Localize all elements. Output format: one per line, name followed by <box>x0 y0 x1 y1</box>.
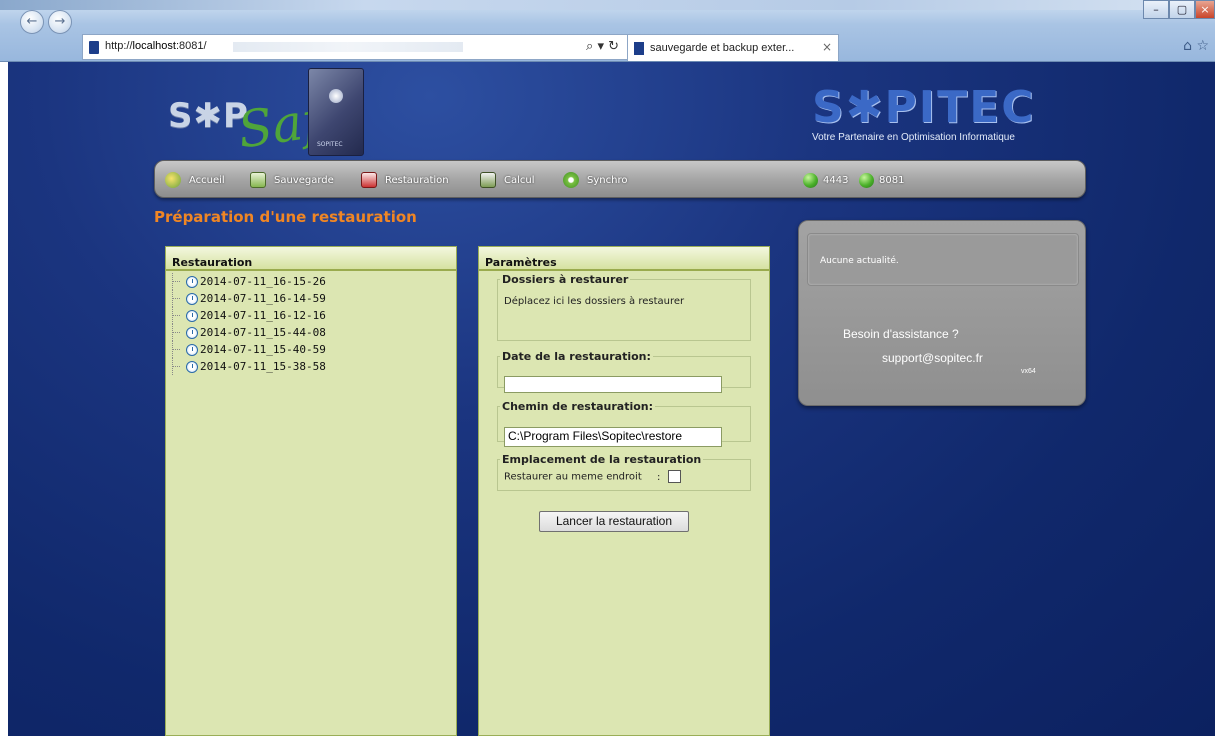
clock-icon <box>186 360 198 373</box>
window-controls: – ▢ × <box>1143 0 1215 20</box>
backup-icon <box>250 172 266 188</box>
clock-icon <box>186 309 198 322</box>
maximize-button[interactable]: ▢ <box>1169 0 1195 19</box>
clock-icon <box>186 292 198 305</box>
tree-item-backup[interactable]: 2014-07-11_15-44-08 <box>172 324 456 341</box>
clock-icon <box>186 326 198 339</box>
site-favicon-icon <box>89 41 99 54</box>
tree-item-backup[interactable]: 2014-07-11_16-15-26 <box>172 273 456 290</box>
news-inner: Aucune actualité. <box>807 233 1079 286</box>
tree-branch-connector <box>172 324 186 341</box>
address-suggestion-ghost <box>233 42 463 52</box>
dossiers-dropzone-hint: Déplacez ici les dossiers à restaurer <box>504 296 685 307</box>
date-input[interactable] <box>504 376 722 393</box>
tab-title: sauvegarde et backup exter... <box>650 42 795 54</box>
close-window-button[interactable]: × <box>1195 0 1215 19</box>
tree-item-label: 2014-07-11_15-38-58 <box>200 360 326 373</box>
tree-item-label: 2014-07-11_15-40-59 <box>200 343 326 356</box>
tree-branch-connector <box>172 341 186 358</box>
backup-tree: 2014-07-11_16-15-26 2014-07-11_16-14-59 20… <box>166 271 456 375</box>
launch-restore-button[interactable]: Lancer la restauration <box>539 511 689 532</box>
tab-close-icon[interactable]: × <box>822 40 832 54</box>
search-refresh-icons[interactable]: ⌕ ▾ ↻ <box>586 39 619 54</box>
calculator-icon <box>480 172 496 188</box>
tree-item-backup[interactable]: 2014-07-11_15-38-58 <box>172 358 456 375</box>
nav-item-synchro[interactable]: Synchro <box>563 170 627 190</box>
status-port-8081: 8081 <box>859 170 904 190</box>
parametres-heading: Paramètres <box>479 247 769 271</box>
home-favorites-icons[interactable]: ⌂ ☆ <box>1183 38 1209 54</box>
sopitec-logo: S✱PITEC Votre Partenaire en Optimisation… <box>812 86 1052 146</box>
minimize-button[interactable]: – <box>1143 0 1169 19</box>
date-fieldset: Date de la restauration: <box>497 350 751 393</box>
status-port-4443: 4443 <box>803 170 848 190</box>
sopitec-brand: S✱PITEC <box>812 82 1036 133</box>
news-text: Aucune actualité. <box>820 256 899 266</box>
parametres-panel: Paramètres Dossiers à restaurer Déplacez… <box>478 246 770 736</box>
emplacement-legend: Emplacement de la restauration <box>502 453 702 466</box>
home-icon <box>165 172 181 188</box>
tree-item-backup[interactable]: 2014-07-11_15-40-59 <box>172 341 456 358</box>
support-email-link[interactable]: support@sopitec.fr <box>882 351 983 365</box>
tab-favicon-icon <box>634 42 644 55</box>
emplacement-fieldset: Emplacement de la restauration Restaurer… <box>497 453 751 491</box>
browser-chrome: ← → http://localhost:8081/ ⌕ ▾ ↻ sauvega… <box>0 0 1215 62</box>
dossiers-fieldset[interactable]: Dossiers à restaurer Déplacez ici les do… <box>497 273 751 341</box>
sopsafe-logo: S✱P Safe SOPITEC <box>168 68 368 168</box>
news-box: Aucune actualité. Besoin d'assistance ? … <box>798 220 1086 406</box>
nav-item-accueil[interactable]: Accueil <box>165 170 225 190</box>
safe-box-icon: SOPITEC <box>308 68 364 156</box>
assistance-label: Besoin d'assistance ? <box>843 327 959 341</box>
restore-icon <box>361 172 377 188</box>
tree-item-label: 2014-07-11_15-44-08 <box>200 326 326 339</box>
forward-arrow-icon: → <box>54 14 66 29</box>
tree-item-label: 2014-07-11_16-15-26 <box>200 275 326 288</box>
chemin-legend: Chemin de restauration: <box>502 400 654 413</box>
same-place-label: Restaurer au meme endroit <box>504 471 642 483</box>
version-label: vx64 <box>1021 368 1036 375</box>
sync-icon <box>563 172 579 188</box>
back-arrow-icon: ← <box>26 14 38 29</box>
tree-item-backup[interactable]: 2014-07-11_16-14-59 <box>172 290 456 307</box>
safe-dial-icon <box>329 89 343 103</box>
page-body: S✱P Safe SOPITEC S✱PITEC Votre Partenair… <box>8 62 1215 736</box>
same-place-row: Restaurer au meme endroit : <box>504 470 750 483</box>
browser-tab-active[interactable]: sauvegarde et backup exter... × <box>627 34 839 61</box>
nav-item-sauvegarde[interactable]: Sauvegarde <box>250 170 334 190</box>
date-legend: Date de la restauration: <box>502 350 651 363</box>
restauration-heading: Restauration <box>166 247 456 271</box>
title-strip <box>0 0 1215 10</box>
dossiers-legend: Dossiers à restaurer <box>502 273 629 286</box>
nav-item-calcul[interactable]: Calcul <box>480 170 535 190</box>
forward-button[interactable]: → <box>48 10 72 34</box>
tree-branch-connector <box>172 307 186 324</box>
main-nav-bar: Accueil Sauvegarde Restauration Calcul S… <box>154 160 1086 198</box>
same-place-checkbox[interactable] <box>667 470 681 483</box>
tree-item-label: 2014-07-11_16-12-16 <box>200 309 326 322</box>
chemin-fieldset: Chemin de restauration: C:\Program Files… <box>497 400 751 447</box>
tree-branch-connector <box>172 290 186 307</box>
tree-item-backup[interactable]: 2014-07-11_16-12-16 <box>172 307 456 324</box>
status-green-dot-icon <box>859 172 874 188</box>
status-green-dot-icon <box>803 172 818 188</box>
chemin-input[interactable]: C:\Program Files\Sopitec\restore <box>504 427 722 447</box>
tree-branch-connector <box>172 273 186 290</box>
tree-item-label: 2014-07-11_16-14-59 <box>200 292 326 305</box>
sopitec-tagline: Votre Partenaire en Optimisation Informa… <box>812 132 1015 143</box>
address-url: http://localhost:8081/ <box>105 40 207 52</box>
restauration-panel: Restauration 2014-07-11_16-15-26 2014-07-… <box>165 246 457 736</box>
clock-icon <box>186 343 198 356</box>
address-bar[interactable]: http://localhost:8081/ ⌕ ▾ ↻ <box>82 34 628 60</box>
tree-branch-connector <box>172 358 186 375</box>
back-button[interactable]: ← <box>20 10 44 34</box>
clock-icon <box>186 275 198 288</box>
nav-item-restauration[interactable]: Restauration <box>361 170 449 190</box>
page-title: Préparation d'une restauration <box>154 208 417 226</box>
